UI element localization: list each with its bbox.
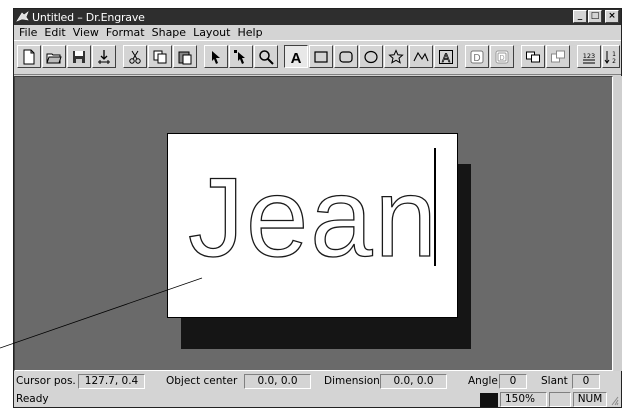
- group-icon: [526, 51, 540, 62]
- status-message: Ready: [16, 393, 49, 405]
- cut-button[interactable]: [123, 45, 147, 68]
- maximize-button[interactable]: □: [588, 10, 602, 23]
- object-center-value: 0.0, 0.0: [244, 374, 311, 389]
- menu-layout[interactable]: Layout: [190, 26, 234, 39]
- send-back-button[interactable]: D: [490, 45, 514, 68]
- select-tool-button[interactable]: [204, 45, 228, 68]
- app-icon: [16, 11, 29, 23]
- letter-a-icon: A: [291, 50, 302, 65]
- save-file-button[interactable]: [67, 45, 91, 68]
- menu-view[interactable]: View: [70, 26, 103, 39]
- object-center-label: Object center: [166, 375, 238, 387]
- back-layer-icon: D: [495, 50, 509, 63]
- sort-numbers-button[interactable]: 12: [602, 45, 620, 68]
- clipboard-icon: [178, 51, 192, 64]
- slant-value: 0: [572, 374, 600, 389]
- ellipse-tool-button[interactable]: [359, 45, 383, 68]
- svg-text:123: 123: [583, 52, 595, 60]
- num-lock-indicator: NUM: [573, 392, 607, 407]
- ungroup-icon: [551, 50, 565, 62]
- front-layer-icon: D: [470, 50, 484, 64]
- star-tool-button[interactable]: [384, 45, 408, 68]
- svg-text:1: 1: [612, 51, 616, 58]
- star-icon: [388, 48, 404, 64]
- import-button[interactable]: [92, 45, 116, 68]
- zoom-level: 150%: [500, 392, 547, 407]
- vertical-scrollbar[interactable]: [614, 76, 622, 371]
- text-tool-button[interactable]: A: [284, 45, 308, 68]
- engrave-page[interactable]: Jean: [167, 133, 458, 318]
- resize-grip-icon[interactable]: [609, 394, 619, 406]
- ungroup-button[interactable]: [546, 45, 570, 68]
- angle-label: Angle: [468, 375, 498, 387]
- toolbar: A A D D 123 12: [14, 40, 621, 75]
- paste-button[interactable]: [173, 45, 197, 68]
- floppy-disk-icon: [73, 50, 85, 63]
- canvas-workspace[interactable]: Jean: [14, 76, 613, 371]
- window-title: Untitled – Dr.Engrave: [32, 10, 145, 24]
- text-frame-icon: A: [439, 49, 453, 65]
- title-bar: Untitled – Dr.Engrave _ □ ×: [14, 9, 621, 25]
- polyline-tool-button[interactable]: [409, 45, 433, 68]
- window-controls: _ □ ×: [573, 10, 619, 23]
- rectangle-icon: [314, 50, 328, 63]
- zoom-tool-button[interactable]: [254, 45, 278, 68]
- dimension-value: 0.0, 0.0: [380, 374, 447, 389]
- close-button[interactable]: ×: [605, 10, 619, 23]
- svg-text:2: 2: [612, 58, 616, 65]
- svg-text:A: A: [442, 51, 450, 65]
- import-icon: [98, 49, 110, 64]
- color-swatch: [480, 393, 498, 407]
- app-window: Untitled – Dr.Engrave _ □ × File Edit Vi…: [13, 8, 622, 408]
- status-bar: Ready 150% NUM: [14, 392, 621, 408]
- magnifier-icon: [259, 49, 274, 65]
- menu-edit[interactable]: Edit: [41, 26, 69, 39]
- status-panel-empty: [549, 392, 571, 407]
- number-text-icon: 123: [583, 52, 595, 63]
- arrow-pointer-icon: [212, 50, 220, 64]
- svg-text:D: D: [473, 53, 480, 64]
- polyline-icon: [413, 51, 429, 61]
- engrave-text[interactable]: Jean: [187, 161, 439, 274]
- menu-format[interactable]: Format: [103, 26, 149, 39]
- rounded-rectangle-tool-button[interactable]: [334, 45, 358, 68]
- text-caret: [434, 148, 436, 266]
- number-text-button[interactable]: 123: [577, 45, 601, 68]
- group-button[interactable]: [521, 45, 545, 68]
- open-folder-icon: [46, 53, 62, 63]
- menu-shape[interactable]: Shape: [149, 26, 190, 39]
- open-file-button[interactable]: [42, 45, 66, 68]
- dimension-label: Dimension: [324, 375, 380, 387]
- copy-icon: [153, 50, 167, 63]
- status-fields: Cursor pos. 127.7, 0.4 Object center 0.0…: [14, 373, 621, 391]
- cursor-pos-label: Cursor pos.: [16, 375, 76, 387]
- rectangle-tool-button[interactable]: [309, 45, 333, 68]
- ellipse-icon: [364, 50, 378, 63]
- slant-label: Slant: [541, 375, 568, 387]
- angle-value: 0: [499, 374, 527, 389]
- node-edit-button[interactable]: [229, 45, 253, 68]
- node-edit-icon: [234, 49, 245, 64]
- new-file-button[interactable]: [17, 45, 41, 68]
- sort-numbers-icon: 12: [604, 50, 616, 65]
- menu-bar: File Edit View Format Shape Layout Help: [14, 25, 621, 40]
- scissors-icon: [129, 50, 141, 64]
- menu-help[interactable]: Help: [234, 26, 266, 39]
- svg-text:D: D: [499, 55, 504, 62]
- cursor-pos-value: 127.7, 0.4: [78, 374, 145, 389]
- bring-front-button[interactable]: D: [465, 45, 489, 68]
- svg-text:A: A: [291, 50, 302, 65]
- rounded-rectangle-icon: [339, 50, 353, 63]
- new-file-icon: [23, 49, 35, 64]
- copy-button[interactable]: [148, 45, 172, 68]
- menu-file[interactable]: File: [16, 26, 41, 39]
- text-frame-tool-button[interactable]: A: [434, 45, 458, 68]
- minimize-button[interactable]: _: [573, 10, 587, 23]
